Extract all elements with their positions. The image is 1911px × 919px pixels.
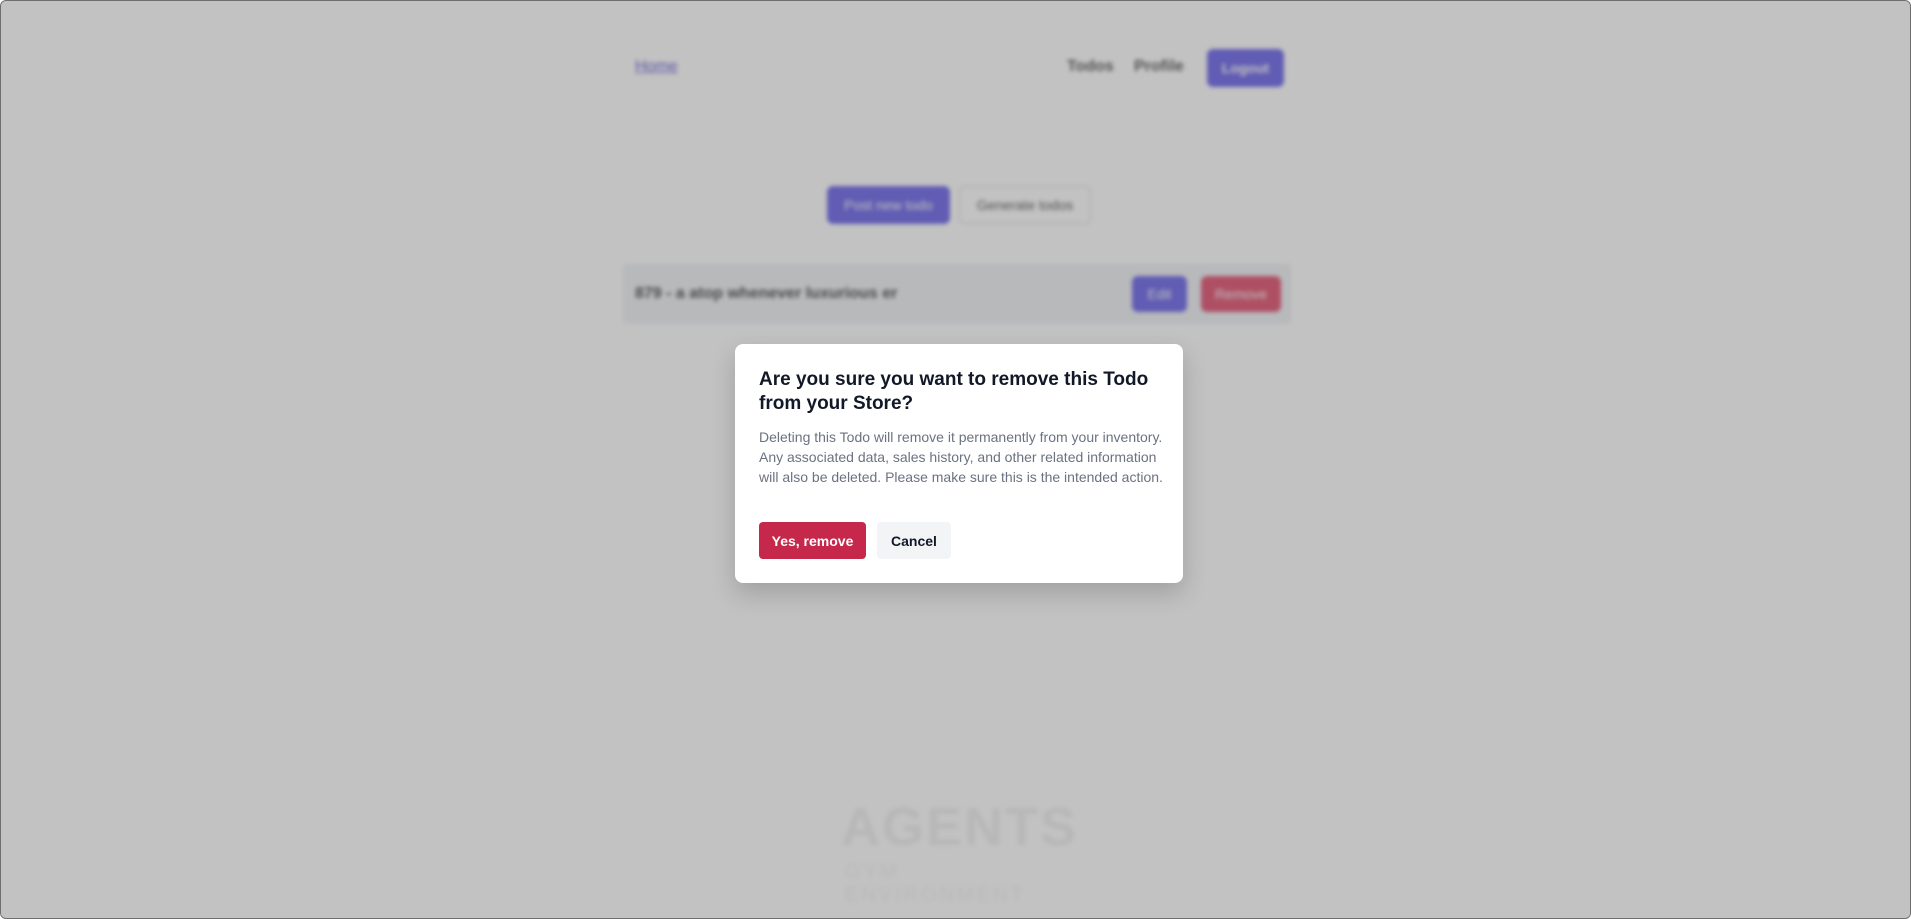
app-window: Home Todos Profile Logout Post new todo … [0, 0, 1911, 919]
cancel-button[interactable]: Cancel [877, 522, 951, 559]
dialog-description: Deleting this Todo will remove it perman… [759, 429, 1163, 485]
confirm-remove-button[interactable]: Yes, remove [759, 522, 866, 559]
confirm-remove-dialog: Are you sure you want to remove this Tod… [735, 344, 1183, 583]
dialog-title: Are you sure you want to remove this Tod… [759, 369, 1149, 414]
